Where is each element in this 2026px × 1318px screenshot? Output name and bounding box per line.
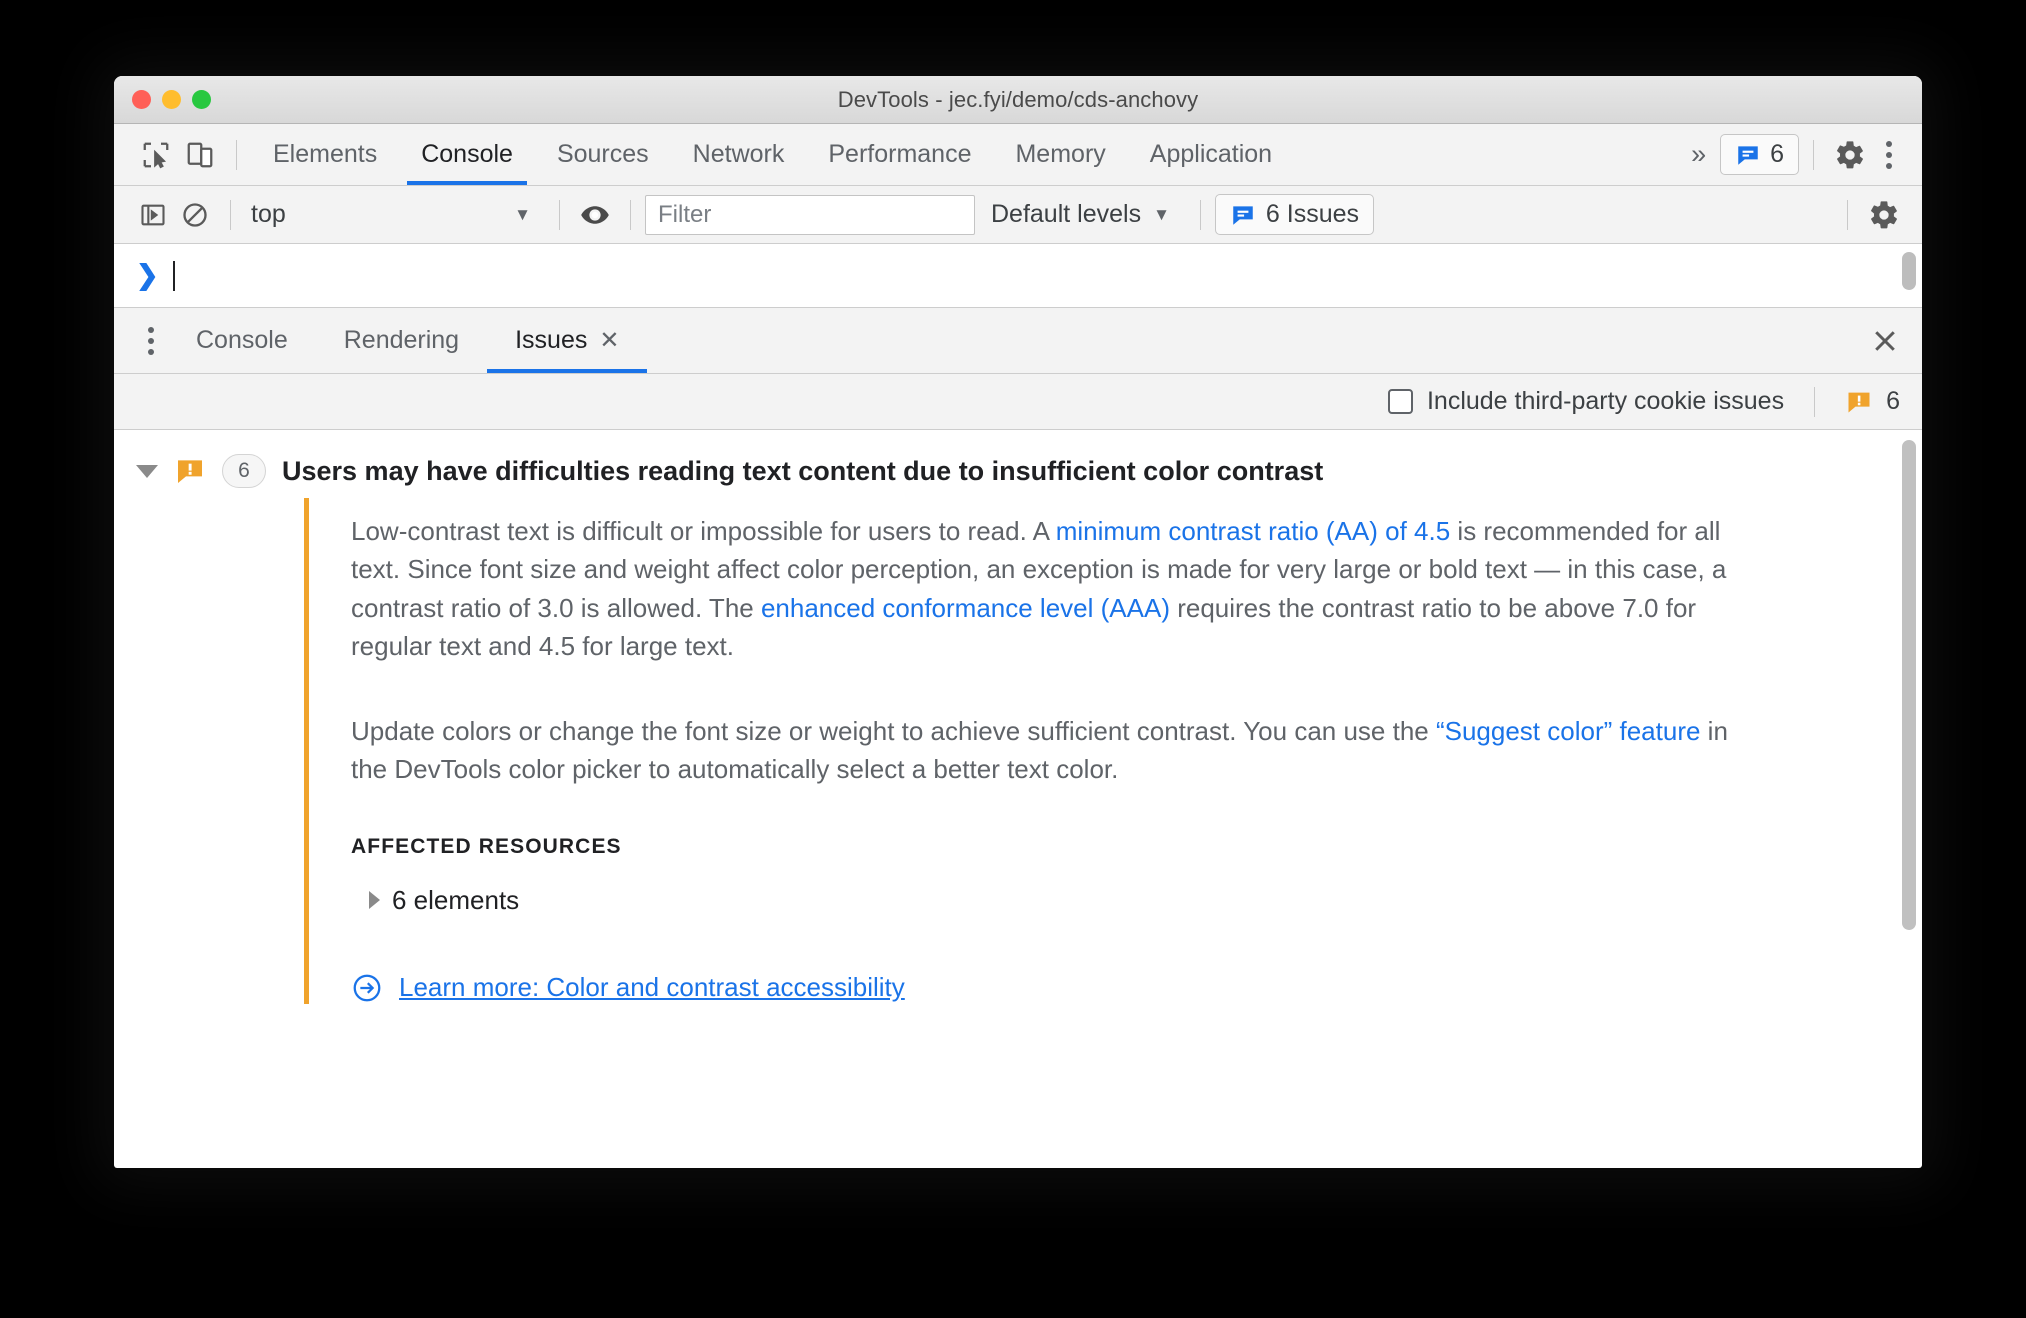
affected-resources-label: AFFECTED RESOURCES bbox=[351, 834, 622, 858]
arrow-circle-right-icon bbox=[353, 974, 381, 1002]
issues-message-icon bbox=[1738, 145, 1758, 165]
panel-tabs: Elements Console Sources Network Perform… bbox=[251, 124, 1294, 185]
drawer-tab-console-label: Console bbox=[196, 326, 288, 354]
tab-application[interactable]: Application bbox=[1128, 124, 1294, 185]
main-tabbar: Elements Console Sources Network Perform… bbox=[114, 124, 1922, 186]
log-levels-label: Default levels bbox=[991, 200, 1142, 228]
console-toolbar-divider-1 bbox=[230, 199, 231, 230]
execution-context-selector[interactable]: top ▼ bbox=[245, 200, 545, 229]
issues-toolbar: Include third-party cookie issues 6 bbox=[114, 374, 1922, 430]
console-prompt-chevron-icon: ❯ bbox=[136, 260, 159, 290]
tab-performance[interactable]: Performance bbox=[806, 124, 993, 185]
third-party-cookie-checkbox-row[interactable]: Include third-party cookie issues bbox=[1387, 387, 1785, 416]
device-toolbar-icon[interactable] bbox=[178, 133, 222, 177]
issue-paragraph-2: Update colors or change the font size or… bbox=[351, 712, 1771, 789]
tab-performance-label: Performance bbox=[828, 140, 972, 168]
console-toolbar: top ▼ Default levels ▼ bbox=[114, 186, 1922, 244]
minimum-contrast-ratio-link[interactable]: minimum contrast ratio (AA) of 4.5 bbox=[1056, 516, 1450, 546]
issues-button[interactable]: 6 Issues bbox=[1214, 194, 1375, 235]
issues-scrollbar-thumb[interactable] bbox=[1902, 440, 1916, 930]
drawer-tab-rendering-label: Rendering bbox=[343, 326, 460, 354]
toolbar-divider bbox=[236, 139, 237, 170]
issues-message-icon bbox=[1233, 205, 1253, 225]
affected-resource-label: 6 elements bbox=[392, 884, 520, 915]
tab-console-label: Console bbox=[421, 140, 513, 168]
tab-network[interactable]: Network bbox=[671, 124, 807, 185]
more-tabs-icon[interactable]: » bbox=[1677, 139, 1720, 170]
execution-context-value: top bbox=[251, 200, 286, 228]
console-toolbar-divider-3 bbox=[630, 199, 631, 230]
tab-application-label: Application bbox=[1149, 140, 1273, 168]
drawer-tab-issues-label: Issues bbox=[515, 326, 588, 354]
tab-console[interactable]: Console bbox=[399, 124, 535, 185]
window-title: DevTools - jec.fyi/demo/cds-anchovy bbox=[837, 86, 1199, 112]
issue-title: Users may have difficulties reading text… bbox=[282, 455, 1324, 486]
learn-more-link[interactable]: Learn more: Color and contrast accessibi… bbox=[399, 972, 905, 1003]
tab-network-label: Network bbox=[692, 140, 785, 168]
chevron-down-icon: ▼ bbox=[514, 204, 531, 224]
live-expression-icon[interactable] bbox=[574, 194, 616, 236]
console-toolbar-divider-5 bbox=[1847, 199, 1848, 230]
warning-issue-icon bbox=[178, 460, 202, 483]
gear-icon[interactable] bbox=[1828, 133, 1872, 177]
chevron-down-icon: ▼ bbox=[1153, 204, 1170, 224]
drawer-tab-console[interactable]: Console bbox=[168, 308, 316, 373]
console-output-area[interactable]: ❯ bbox=[114, 244, 1922, 308]
clear-console-icon[interactable] bbox=[174, 194, 216, 236]
issue-header-row[interactable]: 6 Users may have difficulties reading te… bbox=[114, 430, 1922, 498]
tabbar-divider-2 bbox=[1813, 139, 1814, 170]
close-icon[interactable]: ✕ bbox=[599, 326, 619, 355]
drawer-tab-issues[interactable]: Issues ✕ bbox=[487, 308, 648, 373]
screenshot-stage: DevTools - jec.fyi/demo/cds-anchovy Elem… bbox=[0, 0, 2026, 1318]
drawer-tab-rendering[interactable]: Rendering bbox=[316, 308, 487, 373]
tab-sources[interactable]: Sources bbox=[535, 124, 671, 185]
third-party-cookie-checkbox[interactable] bbox=[1387, 389, 1413, 414]
issues-warning-count-value: 6 bbox=[1886, 387, 1900, 415]
chevron-right-icon[interactable] bbox=[369, 891, 380, 910]
window-titlebar: DevTools - jec.fyi/demo/cds-anchovy bbox=[114, 76, 1922, 124]
chevron-down-icon[interactable] bbox=[136, 464, 158, 478]
issues-body: 6 Users may have difficulties reading te… bbox=[114, 430, 1922, 1082]
issue-count-pill: 6 bbox=[222, 454, 266, 488]
issues-button-label: 6 Issues bbox=[1265, 200, 1360, 228]
devtools-window: DevTools - jec.fyi/demo/cds-anchovy Elem… bbox=[114, 76, 1922, 1168]
issue-detail: Low-contrast text is difficult or imposs… bbox=[304, 498, 1832, 1004]
issues-warning-count: 6 bbox=[1845, 387, 1900, 416]
issue-paragraph-1: Low-contrast text is difficult or imposs… bbox=[351, 512, 1771, 666]
console-scrollbar-thumb[interactable] bbox=[1902, 252, 1916, 290]
affected-resource-row[interactable]: 6 elements bbox=[369, 885, 1832, 916]
inspect-element-icon[interactable] bbox=[134, 133, 178, 177]
tab-memory-label: Memory bbox=[1015, 140, 1106, 168]
third-party-cookie-label: Include third-party cookie issues bbox=[1426, 387, 1785, 415]
tab-memory[interactable]: Memory bbox=[993, 124, 1127, 185]
tab-sources-label: Sources bbox=[556, 140, 649, 168]
paragraph-2-seg-1: Update colors or change the font size or… bbox=[351, 715, 1436, 746]
console-toolbar-divider-2 bbox=[559, 199, 560, 230]
issues-count-badge[interactable]: 6 bbox=[1720, 134, 1799, 175]
warning-issue-icon bbox=[1848, 392, 1870, 412]
console-text-caret bbox=[172, 260, 175, 291]
close-drawer-button[interactable] bbox=[1862, 318, 1908, 364]
drawer-tabbar: Console Rendering Issues ✕ bbox=[114, 308, 1922, 374]
log-levels-selector[interactable]: Default levels ▼ bbox=[975, 200, 1186, 229]
filter-input[interactable] bbox=[645, 194, 975, 235]
console-sidebar-icon[interactable] bbox=[132, 194, 174, 236]
console-toolbar-divider-4 bbox=[1199, 199, 1201, 230]
suggest-color-feature-link[interactable]: “Suggest color” feature bbox=[1436, 716, 1700, 746]
issues-count: 6 bbox=[1770, 140, 1784, 168]
tab-elements[interactable]: Elements bbox=[251, 124, 399, 185]
learn-more-row[interactable]: Learn more: Color and contrast accessibi… bbox=[351, 972, 1832, 1004]
issues-toolbar-divider bbox=[1814, 386, 1816, 417]
kebab-menu-icon[interactable] bbox=[134, 319, 168, 363]
enhanced-conformance-link[interactable]: enhanced conformance level (AAA) bbox=[761, 593, 1170, 623]
tab-elements-label: Elements bbox=[273, 140, 378, 168]
paragraph-1-seg-1: Low-contrast text is difficult or imposs… bbox=[351, 516, 1056, 546]
kebab-menu-icon[interactable] bbox=[1872, 133, 1906, 177]
gear-icon[interactable] bbox=[1862, 193, 1906, 237]
